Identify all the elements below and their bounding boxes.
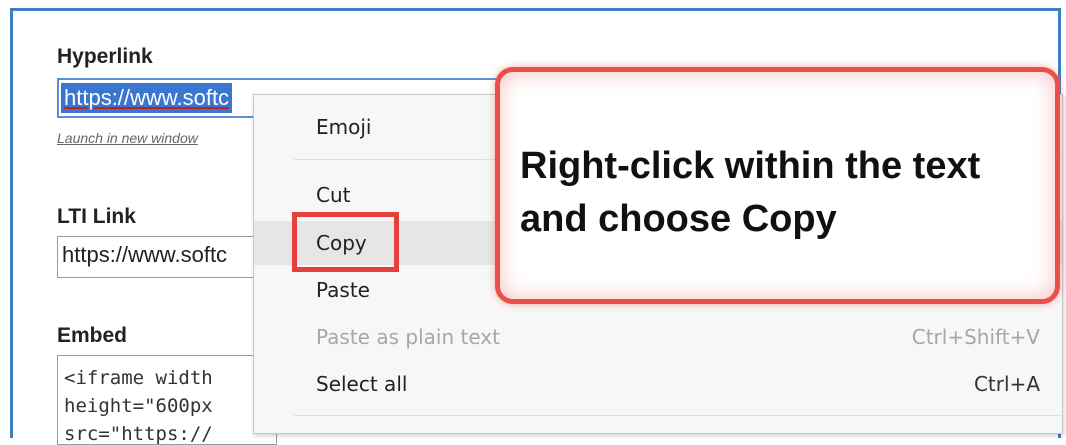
menu-item-label: Paste: [316, 278, 370, 302]
embed-code-line: height="600px: [64, 395, 213, 417]
lti-link-label: LTI Link: [57, 205, 136, 228]
launch-in-new-window-link[interactable]: Launch in new window: [57, 130, 198, 146]
callout-line: Right-click within the text: [520, 145, 981, 187]
embed-code-line: <iframe width: [64, 367, 213, 389]
hyperlink-label: Hyperlink: [57, 45, 153, 68]
menu-item-shortcut: Ctrl+A: [973, 372, 1040, 396]
callout-line: and choose Copy: [520, 198, 837, 240]
callout-text: Right-click within the text and choose C…: [520, 140, 1040, 246]
menu-item-shortcut: Ctrl+Shift+V: [911, 325, 1040, 349]
embed-code-textarea[interactable]: <iframe width height="600px src="https:/…: [57, 355, 277, 445]
menu-separator: [294, 415, 1062, 416]
hyperlink-selected-text: https://www.softc: [61, 83, 233, 113]
embed-code-line: src="https://: [64, 423, 213, 445]
lti-link-value: https://www.softc: [62, 242, 228, 267]
lti-link-field[interactable]: https://www.softc: [57, 236, 277, 278]
menu-item-label: Cut: [316, 183, 351, 207]
copy-highlight-box: [292, 212, 399, 272]
menu-item-select-all[interactable]: Select all Ctrl+A: [254, 362, 1062, 406]
instruction-callout: Right-click within the text and choose C…: [495, 67, 1060, 304]
menu-item-label: Select all: [316, 372, 408, 396]
menu-item-label: Emoji: [316, 115, 372, 139]
embed-label: Embed: [57, 324, 128, 347]
menu-item-paste-plain-text[interactable]: Paste as plain text Ctrl+Shift+V: [254, 315, 1062, 359]
menu-item-label: Paste as plain text: [316, 325, 500, 349]
